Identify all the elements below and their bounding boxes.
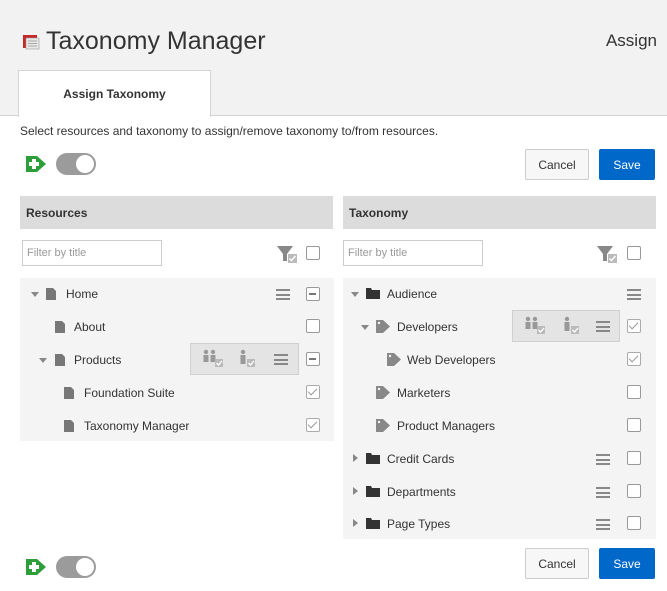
folder-icon bbox=[366, 453, 380, 464]
page-icon bbox=[55, 321, 65, 333]
chevron-down-icon[interactable] bbox=[39, 358, 47, 363]
tree-item-page-types[interactable]: Page Types bbox=[387, 517, 450, 531]
credit-cards-checkbox[interactable] bbox=[627, 451, 641, 465]
tree-item-marketers[interactable]: Marketers bbox=[397, 386, 450, 400]
taxonomy-manager-checkbox[interactable] bbox=[306, 418, 320, 432]
marketers-checkbox[interactable] bbox=[627, 385, 641, 399]
page-icon bbox=[46, 288, 56, 300]
tree-item-departments[interactable]: Departments bbox=[387, 485, 456, 499]
tag-icon bbox=[376, 320, 390, 333]
filter-icon[interactable] bbox=[276, 244, 298, 264]
add-tag-icon[interactable] bbox=[24, 555, 48, 579]
web-developers-checkbox[interactable] bbox=[627, 352, 641, 366]
chevron-right-icon[interactable] bbox=[353, 454, 358, 462]
hamburger-icon[interactable] bbox=[596, 487, 610, 498]
tree-item-foundation-suite[interactable]: Foundation Suite bbox=[84, 386, 175, 400]
product-managers-checkbox[interactable] bbox=[627, 418, 641, 432]
tag-icon bbox=[387, 353, 401, 366]
save-button[interactable]: Save bbox=[599, 149, 655, 180]
cancel-button[interactable]: Cancel bbox=[525, 548, 589, 579]
tab-bar: Assign Taxonomy bbox=[0, 70, 667, 117]
save-button[interactable]: Save bbox=[599, 548, 655, 579]
resources-filter-input[interactable] bbox=[22, 240, 162, 266]
taxonomy-folder-icon bbox=[23, 35, 40, 50]
taxonomy-filter-input[interactable] bbox=[343, 240, 483, 266]
cancel-button[interactable]: Cancel bbox=[525, 149, 589, 180]
developers-checkbox[interactable] bbox=[627, 319, 641, 333]
assign-user-icon[interactable] bbox=[236, 349, 258, 369]
app-header: Taxonomy Manager Assign bbox=[0, 0, 667, 70]
chevron-down-icon[interactable] bbox=[351, 292, 359, 297]
tree-item-products[interactable]: Products bbox=[74, 353, 121, 367]
hamburger-icon[interactable] bbox=[596, 454, 610, 465]
tree-item-audience[interactable]: Audience bbox=[387, 287, 437, 301]
folder-icon bbox=[366, 486, 380, 497]
page-title: Taxonomy Manager bbox=[46, 27, 266, 55]
home-checkbox[interactable] bbox=[306, 287, 320, 301]
tree-item-product-managers[interactable]: Product Managers bbox=[397, 419, 495, 433]
tree-item-credit-cards[interactable]: Credit Cards bbox=[387, 452, 454, 466]
hamburger-icon[interactable] bbox=[274, 354, 288, 365]
chevron-right-icon[interactable] bbox=[353, 519, 358, 527]
about-checkbox[interactable] bbox=[306, 319, 320, 333]
hamburger-icon[interactable] bbox=[276, 289, 290, 300]
tree-item-developers[interactable]: Developers bbox=[397, 320, 458, 334]
tree-item-web-developers[interactable]: Web Developers bbox=[407, 353, 496, 367]
tree-item-home[interactable]: Home bbox=[66, 287, 98, 301]
tree-item-about[interactable]: About bbox=[74, 320, 105, 334]
tab-assign-taxonomy[interactable]: Assign Taxonomy bbox=[18, 70, 211, 117]
taxonomy-header: Taxonomy bbox=[343, 196, 656, 229]
page-icon bbox=[64, 387, 74, 399]
departments-checkbox[interactable] bbox=[627, 484, 641, 498]
hamburger-icon[interactable] bbox=[627, 289, 641, 300]
tag-icon bbox=[376, 419, 390, 432]
resources-select-all-checkbox[interactable] bbox=[306, 246, 320, 260]
toggle-switch[interactable] bbox=[56, 153, 96, 175]
folder-icon bbox=[366, 288, 380, 299]
hamburger-icon[interactable] bbox=[596, 321, 610, 332]
hamburger-icon[interactable] bbox=[596, 519, 610, 530]
page-types-checkbox[interactable] bbox=[627, 516, 641, 530]
page-icon bbox=[64, 420, 74, 432]
assign-link[interactable]: Assign bbox=[606, 31, 657, 51]
resources-header: Resources bbox=[20, 196, 333, 229]
products-checkbox[interactable] bbox=[306, 352, 320, 366]
assign-user-icon[interactable] bbox=[560, 316, 582, 336]
foundation-suite-checkbox[interactable] bbox=[306, 385, 320, 399]
chevron-down-icon[interactable] bbox=[361, 325, 369, 330]
instructions-text: Select resources and taxonomy to assign/… bbox=[20, 124, 439, 138]
chevron-down-icon[interactable] bbox=[31, 292, 39, 297]
toggle-switch[interactable] bbox=[56, 556, 96, 578]
filter-icon[interactable] bbox=[596, 244, 618, 264]
page-icon bbox=[55, 354, 65, 366]
assign-users-icon[interactable] bbox=[522, 316, 548, 336]
chevron-right-icon[interactable] bbox=[353, 487, 358, 495]
folder-icon bbox=[366, 518, 380, 529]
taxonomy-select-all-checkbox[interactable] bbox=[627, 246, 641, 260]
assign-users-icon[interactable] bbox=[200, 349, 226, 369]
add-tag-icon[interactable] bbox=[24, 152, 48, 176]
tree-item-taxonomy-manager[interactable]: Taxonomy Manager bbox=[84, 419, 189, 433]
tag-icon bbox=[376, 386, 390, 399]
